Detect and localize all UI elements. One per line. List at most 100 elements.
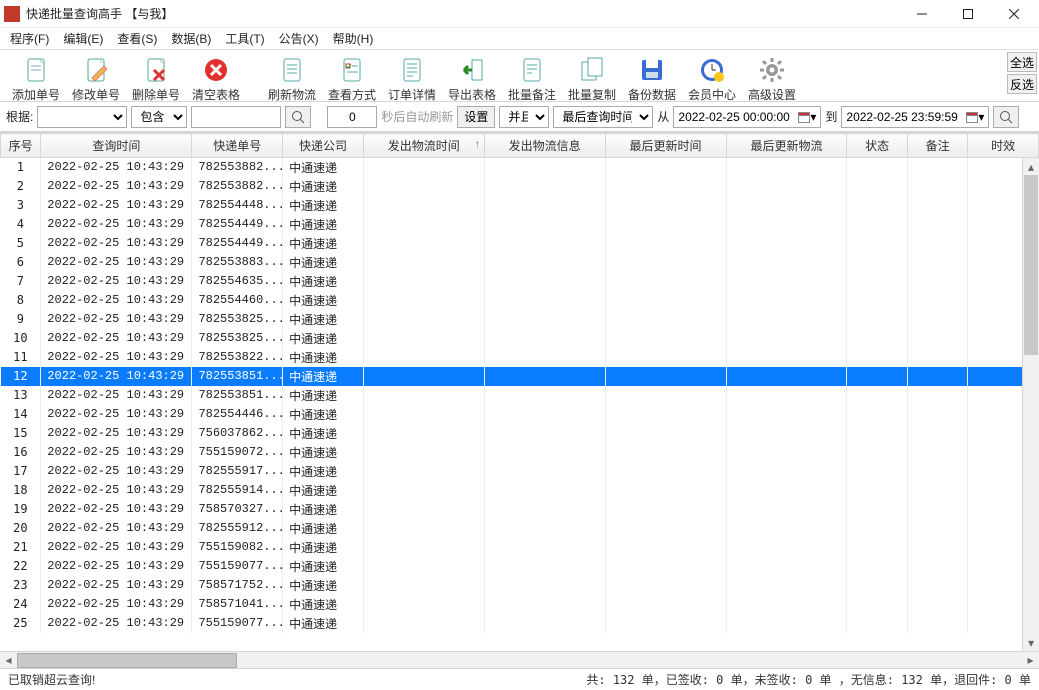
toolbar-clear-button[interactable]: 清空表格: [186, 54, 246, 100]
toolbar-adv-button[interactable]: 高级设置: [742, 54, 802, 100]
toolbar-edit-button[interactable]: 修改单号: [66, 54, 126, 100]
cell: [363, 538, 484, 557]
minimize-button[interactable]: [899, 0, 945, 28]
toolbar-batchnote-button[interactable]: 批量备注: [502, 54, 562, 100]
toolbar-batchcopy-button[interactable]: 批量复制: [562, 54, 622, 100]
cell: [605, 424, 726, 443]
scroll-down-button[interactable]: ▾: [1023, 634, 1039, 651]
column-header[interactable]: 发出物流时间↑: [363, 134, 484, 158]
column-header[interactable]: 快递公司: [283, 134, 364, 158]
vertical-scrollbar[interactable]: ▴ ▾: [1022, 158, 1039, 651]
select-all-button[interactable]: 全选: [1007, 52, 1037, 72]
table-row[interactable]: 222022-02-25 10:43:29755159077...中通速递: [1, 557, 1039, 576]
status-bar: 已取销超云查询! 共: 132 单，已签收: 0 单，未签收: 0 单 ，无信息…: [0, 668, 1039, 690]
table-row[interactable]: 152022-02-25 10:43:29756037862...中通速递: [1, 424, 1039, 443]
toolbar-detail-button[interactable]: 订单详情: [382, 54, 442, 100]
doc-check-icon: [338, 56, 366, 84]
table-row[interactable]: 162022-02-25 10:43:29755159072...中通速递: [1, 443, 1039, 462]
cell: 755159077...: [192, 557, 283, 576]
main-toolbar: 添加单号修改单号删除单号清空表格刷新物流查看方式订单详情导出表格批量备注批量复制…: [0, 50, 1039, 102]
data-grid[interactable]: 序号查询时间快递单号快递公司发出物流时间↑发出物流信息最后更新时间最后更新物流状…: [0, 133, 1039, 633]
column-header[interactable]: 最后更新时间: [605, 134, 726, 158]
table-row[interactable]: 22022-02-25 10:43:29782553882...中通速递: [1, 177, 1039, 196]
table-row[interactable]: 52022-02-25 10:43:29782554449...中通速递: [1, 234, 1039, 253]
cell: 中通速递: [283, 557, 364, 576]
table-row[interactable]: 142022-02-25 10:43:29782554446...中通速递: [1, 405, 1039, 424]
toolbar-del-button[interactable]: 删除单号: [126, 54, 186, 100]
cell: 中通速递: [283, 538, 364, 557]
toolbar-backup-button[interactable]: 备份数据: [622, 54, 682, 100]
table-row[interactable]: 202022-02-25 10:43:29782555912...中通速递: [1, 519, 1039, 538]
column-header[interactable]: 最后更新物流: [726, 134, 847, 158]
cell: 中通速递: [283, 576, 364, 595]
column-header[interactable]: 发出物流信息: [484, 134, 605, 158]
table-row[interactable]: 82022-02-25 10:43:29782554460...中通速递: [1, 291, 1039, 310]
toolbar-label: 添加单号: [12, 86, 60, 103]
to-datetime-picker[interactable]: 2022-02-25 23:59:59 ▾: [841, 106, 989, 128]
filter-op-select[interactable]: 包含: [131, 106, 187, 128]
scroll-left-button[interactable]: ◂: [0, 653, 17, 668]
filter-value-input[interactable]: [191, 106, 281, 128]
column-header[interactable]: 备注: [907, 134, 967, 158]
cell: [907, 329, 967, 348]
maximize-button[interactable]: [945, 0, 991, 28]
toolbar-member-button[interactable]: 会员中心: [682, 54, 742, 100]
table-row[interactable]: 132022-02-25 10:43:29782553851...中通速递: [1, 386, 1039, 405]
table-row[interactable]: 12022-02-25 10:43:29782553882...中通速递: [1, 158, 1039, 177]
table-row[interactable]: 112022-02-25 10:43:29782553822...中通速递: [1, 348, 1039, 367]
horizontal-scroll-thumb[interactable]: [17, 653, 237, 668]
scroll-up-button[interactable]: ▴: [1023, 158, 1039, 175]
table-row[interactable]: 242022-02-25 10:43:29758571041...中通速递: [1, 595, 1039, 614]
cell: 782553851...: [192, 386, 283, 405]
settings-button[interactable]: 设置: [457, 106, 495, 128]
invert-selection-button[interactable]: 反选: [1007, 74, 1037, 94]
table-row[interactable]: 192022-02-25 10:43:29758570327...中通速递: [1, 500, 1039, 519]
cell: 7: [1, 272, 41, 291]
cell: [847, 538, 907, 557]
menu-item[interactable]: 公告(X): [273, 28, 325, 49]
search-button[interactable]: [285, 106, 311, 128]
toolbar-label: 刷新物流: [268, 86, 316, 103]
horizontal-scrollbar[interactable]: ◂ ▸: [0, 651, 1039, 668]
cell: [605, 329, 726, 348]
column-header[interactable]: 序号: [1, 134, 41, 158]
table-row[interactable]: 92022-02-25 10:43:29782553825...中通速递: [1, 310, 1039, 329]
table-row[interactable]: 212022-02-25 10:43:29755159082...中通速递: [1, 538, 1039, 557]
column-header[interactable]: 状态: [847, 134, 907, 158]
table-row[interactable]: 72022-02-25 10:43:29782554635...中通速递: [1, 272, 1039, 291]
menu-item[interactable]: 编辑(E): [57, 28, 109, 49]
toolbar-viewmode-button[interactable]: 查看方式: [322, 54, 382, 100]
column-header[interactable]: 查询时间: [41, 134, 192, 158]
filter-field-select[interactable]: [37, 106, 127, 128]
filter-logic-select[interactable]: 并且: [499, 106, 549, 128]
close-button[interactable]: [991, 0, 1037, 28]
table-row[interactable]: 182022-02-25 10:43:29782555914...中通速递: [1, 481, 1039, 500]
toolbar-refresh-button[interactable]: 刷新物流: [262, 54, 322, 100]
toolbar-add-button[interactable]: 添加单号: [6, 54, 66, 100]
scroll-right-button[interactable]: ▸: [1022, 653, 1039, 668]
table-row[interactable]: 172022-02-25 10:43:29782555917...中通速递: [1, 462, 1039, 481]
column-header[interactable]: 快递单号: [192, 134, 283, 158]
menu-item[interactable]: 数据(B): [165, 28, 217, 49]
table-row[interactable]: 32022-02-25 10:43:29782554448...中通速递: [1, 196, 1039, 215]
table-row[interactable]: 122022-02-25 10:43:29782553851...中通速递: [1, 367, 1039, 386]
menu-item[interactable]: 帮助(H): [327, 28, 380, 49]
menu-item[interactable]: 工具(T): [219, 28, 270, 49]
menu-item[interactable]: 程序(F): [4, 28, 55, 49]
table-row[interactable]: 62022-02-25 10:43:29782553883...中通速递: [1, 253, 1039, 272]
date-search-button[interactable]: [993, 106, 1019, 128]
vertical-scroll-thumb[interactable]: [1024, 175, 1038, 355]
table-row[interactable]: 252022-02-25 10:43:29755159077...中通速递: [1, 614, 1039, 633]
cell: [726, 462, 847, 481]
auto-refresh-count[interactable]: [327, 106, 377, 128]
filter-timefield-select[interactable]: 最后查询时间: [553, 106, 653, 128]
table-row[interactable]: 102022-02-25 10:43:29782553825...中通速递: [1, 329, 1039, 348]
table-row[interactable]: 232022-02-25 10:43:29758571752...中通速递: [1, 576, 1039, 595]
cell: [484, 614, 605, 633]
toolbar-export-button[interactable]: 导出表格: [442, 54, 502, 100]
table-row[interactable]: 42022-02-25 10:43:29782554449...中通速递: [1, 215, 1039, 234]
cell: [847, 253, 907, 272]
from-datetime-picker[interactable]: 2022-02-25 00:00:00 ▾: [673, 106, 821, 128]
column-header[interactable]: 时效: [968, 134, 1039, 158]
menu-item[interactable]: 查看(S): [111, 28, 163, 49]
